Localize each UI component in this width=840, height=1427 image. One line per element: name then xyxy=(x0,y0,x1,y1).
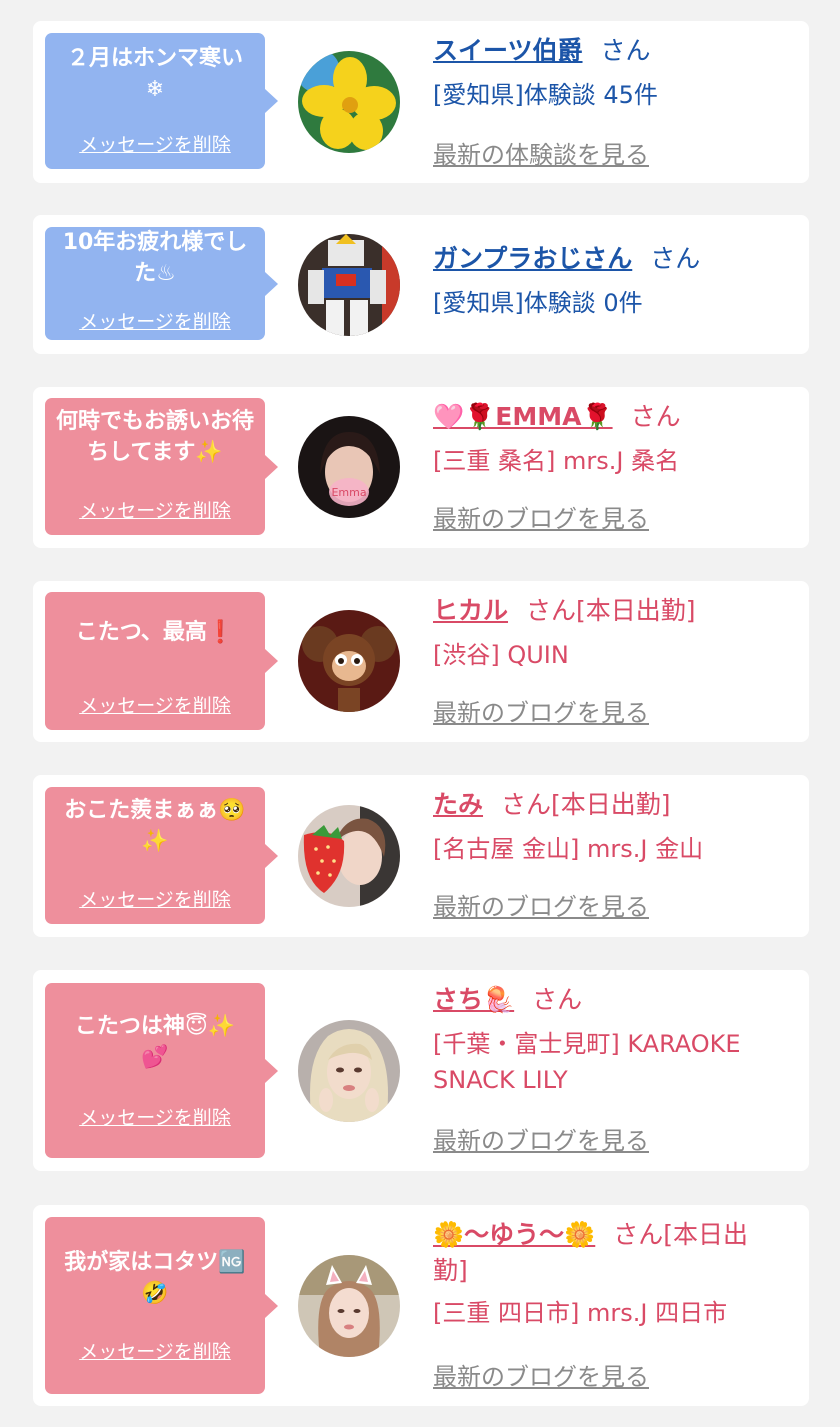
user-name-link[interactable]: スイーツ伯爵 xyxy=(433,36,583,65)
user-detail: [渋谷] QUIN xyxy=(433,641,569,669)
message-text: こたつは神😇✨ 💕 xyxy=(74,1014,236,1070)
message-card: ２月はホンマ寒い ❄ メッセージを削除 スイーツ伯爵 さん [愛知県]体験談 45… xyxy=(33,21,809,183)
message-bubble: おこた羨まぁぁ🥺 ✨ メッセージを削除 xyxy=(45,787,278,924)
message-text: 我が家はコタツ🆖 🤣 xyxy=(64,1250,246,1306)
message-bubble: 10年お疲れ様でした♨ メッセージを削除 xyxy=(45,227,278,340)
user-info: ガンプラおじさん さん [愛知県]体験談 0件 xyxy=(433,241,779,321)
message-card: 10年お疲れ様でした♨ メッセージを削除 ガンプラおじさん さん [愛知県]体験談… xyxy=(33,215,809,354)
user-info: たみ さん[本日出勤] [名古屋 金山] mrs.J 金山 xyxy=(433,787,779,867)
latest-posts-link[interactable]: 最新の体験談を見る xyxy=(433,135,649,170)
honorific-suffix: さん xyxy=(526,596,577,625)
message-card: こたつは神😇✨ 💕 メッセージを削除 さち🪼 さん [千葉・富士見町] KARAO… xyxy=(33,970,809,1171)
user-name-link[interactable]: 🩷🌹EMMA🌹 xyxy=(433,402,613,431)
user-name-link[interactable]: ガンプラおじさん xyxy=(433,244,632,273)
woman-portrait-avatar[interactable]: Emma xyxy=(298,416,400,518)
honorific-suffix: さん xyxy=(501,790,552,819)
user-info: スイーツ伯爵 さん [愛知県]体験談 45件 xyxy=(433,33,779,113)
cat-ears-woman-avatar[interactable] xyxy=(298,1255,400,1357)
honorific-suffix: さん xyxy=(532,985,583,1014)
honorific-suffix: さん xyxy=(650,244,701,273)
message-bubble: 我が家はコタツ🆖 🤣 メッセージを削除 xyxy=(45,1217,278,1394)
user-detail: [名古屋 金山] mrs.J 金山 xyxy=(433,835,704,863)
message-bubble: こたつは神😇✨ 💕 メッセージを削除 xyxy=(45,983,278,1158)
honorific-suffix: さん xyxy=(630,402,681,431)
message-bubble: ２月はホンマ寒い ❄ メッセージを削除 xyxy=(45,33,278,169)
delete-message-link[interactable]: メッセージを削除 xyxy=(45,691,265,718)
user-name-link[interactable]: たみ xyxy=(433,790,483,819)
blonde-woman-avatar[interactable] xyxy=(298,1020,400,1122)
delete-message-link[interactable]: メッセージを削除 xyxy=(45,885,265,912)
message-card: おこた羨まぁぁ🥺 ✨ メッセージを削除 たみ さん[本日出勤] [名古屋 金山] … xyxy=(33,775,809,937)
svg-text:Emma: Emma xyxy=(331,486,366,499)
message-card: 何時でもお誘いお待ちしてます✨ メッセージを削除 Emma 🩷🌹EMMA🌹 さん … xyxy=(33,387,809,548)
user-detail: [千葉・富士見町] KARAOKE SNACK LILY xyxy=(433,1030,741,1094)
message-bubble: 何時でもお誘いお待ちしてます✨ メッセージを削除 xyxy=(45,398,278,535)
strawberry-woman-avatar[interactable] xyxy=(298,805,400,907)
delete-message-link[interactable]: メッセージを削除 xyxy=(45,307,265,334)
user-info: 🌼〜ゆう〜🌼 さん[本日出勤] [三重 四日市] mrs.J 四日市 xyxy=(433,1217,779,1331)
user-info: 🩷🌹EMMA🌹 さん [三重 桑名] mrs.J 桑名 xyxy=(433,399,779,479)
message-card: こたつ、最高❗ メッセージを削除 ヒカル さん[本日出勤] [渋谷] QUIN 最… xyxy=(33,581,809,742)
delete-message-link[interactable]: メッセージを削除 xyxy=(45,1337,265,1364)
delete-message-link[interactable]: メッセージを削除 xyxy=(45,496,265,523)
message-text: こたつ、最高❗ xyxy=(75,620,235,645)
latest-posts-link[interactable]: 最新のブログを見る xyxy=(433,693,649,728)
user-info: ヒカル さん[本日出勤] [渋谷] QUIN xyxy=(433,593,779,673)
user-detail: [三重 桑名] mrs.J 桑名 xyxy=(433,447,680,475)
message-text: ２月はホンマ寒い ❄ xyxy=(66,46,243,102)
latest-posts-link[interactable]: 最新のブログを見る xyxy=(433,1357,649,1392)
latest-posts-link[interactable]: 最新のブログを見る xyxy=(433,499,649,534)
user-info: さち🪼 さん [千葉・富士見町] KARAOKE SNACK LILY xyxy=(433,982,779,1098)
delete-message-link[interactable]: メッセージを削除 xyxy=(45,130,265,157)
plush-toy-avatar[interactable] xyxy=(298,610,400,712)
robot-model-avatar[interactable] xyxy=(298,234,400,336)
honorific-suffix: さん xyxy=(600,36,651,65)
user-name-link[interactable]: ヒカル xyxy=(433,596,508,625)
message-text: 何時でもお誘いお待ちしてます✨ xyxy=(55,409,254,465)
message-card: 我が家はコタツ🆖 🤣 メッセージを削除 🌼〜ゆう〜🌼 さん[本日出勤] [三重 四… xyxy=(33,1205,809,1406)
user-name-link[interactable]: さち🪼 xyxy=(433,985,514,1014)
user-detail: [愛知県]体験談 0件 xyxy=(433,289,643,317)
latest-posts-link[interactable]: 最新のブログを見る xyxy=(433,887,649,922)
status-label: [本日出勤] xyxy=(551,790,671,819)
user-detail: [愛知県]体験談 45件 xyxy=(433,81,658,109)
message-bubble: こたつ、最高❗ メッセージを削除 xyxy=(45,592,278,730)
status-label: [本日出勤] xyxy=(576,596,696,625)
user-detail: [三重 四日市] mrs.J 四日市 xyxy=(433,1299,728,1327)
delete-message-link[interactable]: メッセージを削除 xyxy=(45,1103,265,1130)
user-name-link[interactable]: 🌼〜ゆう〜🌼 xyxy=(433,1220,595,1249)
message-text: 10年お疲れ様でした♨ xyxy=(62,230,248,286)
honorific-suffix: さん xyxy=(613,1220,664,1249)
yellow-flower-avatar[interactable] xyxy=(298,51,400,153)
latest-posts-link[interactable]: 最新のブログを見る xyxy=(433,1121,649,1156)
message-text: おこた羨まぁぁ🥺 ✨ xyxy=(64,798,246,854)
